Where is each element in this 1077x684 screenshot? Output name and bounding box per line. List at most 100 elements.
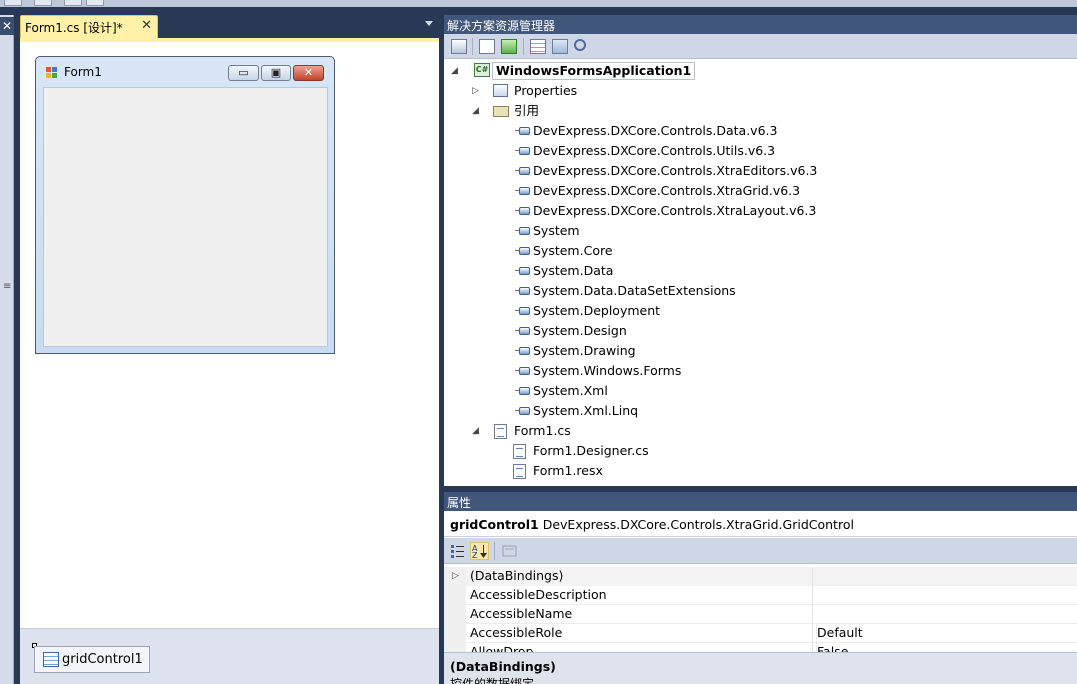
- property-pages-icon[interactable]: [500, 542, 519, 560]
- component-tray[interactable]: gridControl1: [20, 628, 439, 684]
- tree-item-reference[interactable]: DevExpress.DXCore.Controls.XtraGrid.v6.3: [533, 181, 800, 201]
- resx-file-icon: [513, 464, 526, 479]
- tree-item-reference[interactable]: DevExpress.DXCore.Controls.XtraLayout.v6…: [533, 201, 816, 221]
- toolbar-separator: [472, 38, 473, 55]
- panel-title: 属性: [444, 492, 1077, 511]
- tree-item-form1-cs[interactable]: Form1.cs: [514, 421, 571, 441]
- row-gutter: [444, 586, 466, 605]
- close-icon[interactable]: ✕: [0, 17, 14, 35]
- description-pane: (DataBindings) 控件的数据绑定。: [444, 652, 1077, 684]
- form-icon: [46, 67, 58, 78]
- property-name: AccessibleName: [470, 606, 573, 621]
- property-name: (DataBindings): [470, 568, 564, 583]
- csharp-project-icon: C#: [474, 63, 490, 77]
- reference-icon: [515, 127, 530, 135]
- chevron-down-icon[interactable]: [425, 21, 433, 26]
- toolbar-button[interactable]: [34, 0, 52, 6]
- property-row[interactable]: ▷ (DataBindings): [444, 567, 1077, 586]
- tree-item-form1-designer[interactable]: Form1.Designer.cs: [533, 441, 649, 461]
- tree-item-references[interactable]: 引用: [514, 101, 539, 121]
- reference-icon: [515, 167, 530, 175]
- reference-icon: [515, 207, 530, 215]
- minimize-button[interactable]: ▭: [228, 65, 259, 81]
- reference-icon: [515, 347, 530, 355]
- splitter-grip-icon[interactable]: ≡: [3, 281, 11, 292]
- tree-item-reference[interactable]: System: [533, 221, 580, 241]
- tab-label: Form1.cs [设计]*: [25, 21, 123, 35]
- reference-icon: [515, 287, 530, 295]
- properties-icon[interactable]: [451, 39, 467, 54]
- close-icon: ✕: [303, 66, 314, 79]
- svg-text:Z: Z: [472, 551, 478, 559]
- reference-icon: [515, 307, 530, 315]
- tree-item-reference[interactable]: System.Windows.Forms: [533, 361, 681, 381]
- tree-item-project[interactable]: WindowsFormsApplication1: [492, 62, 696, 80]
- column-splitter[interactable]: [812, 567, 813, 586]
- grid-control-icon: [43, 652, 59, 667]
- object-type: DevExpress.DXCore.Controls.XtraGrid.Grid…: [542, 517, 854, 532]
- column-splitter[interactable]: [812, 624, 813, 643]
- property-row[interactable]: AccessibleName: [444, 605, 1077, 624]
- maximize-button[interactable]: ▣: [261, 65, 291, 81]
- toolbar-button[interactable]: [86, 0, 104, 6]
- panel-title: 解决方案资源管理器: [444, 15, 1077, 34]
- view-designer-icon[interactable]: [552, 39, 568, 54]
- close-icon[interactable]: ✕: [141, 18, 152, 33]
- left-toolbox-strip: ✕ ≡: [0, 15, 14, 684]
- properties-window: 属性 gridControl1 DevExpress.DXCore.Contro…: [444, 492, 1077, 684]
- top-toolbar-strip: [0, 0, 1077, 7]
- property-name: AccessibleDescription: [470, 587, 607, 602]
- tree-item-reference[interactable]: DevExpress.DXCore.Controls.XtraEditors.v…: [533, 161, 817, 181]
- column-splitter[interactable]: [812, 586, 813, 605]
- toolbar-button[interactable]: [4, 0, 22, 6]
- categorized-icon[interactable]: [448, 542, 467, 560]
- property-value[interactable]: Default: [816, 624, 863, 642]
- expand-arrow-icon[interactable]: ▷: [452, 567, 459, 585]
- design-surface[interactable]: Form1 ▭ ▣ ✕: [20, 42, 439, 628]
- tree-item-reference[interactable]: System.Data.DataSetExtensions: [533, 281, 736, 301]
- property-row[interactable]: AccessibleRole Default: [444, 624, 1077, 643]
- folder-open-icon: [493, 106, 509, 117]
- form-client-area[interactable]: [43, 87, 328, 347]
- tab-form1-design[interactable]: Form1.cs [设计]* ✕: [20, 15, 158, 38]
- view-code-icon[interactable]: [530, 39, 546, 54]
- tree-item-form1-resx[interactable]: Form1.resx: [533, 461, 603, 481]
- tree-item-reference[interactable]: DevExpress.DXCore.Controls.Utils.v6.3: [533, 141, 775, 161]
- reference-icon: [515, 187, 530, 195]
- tree-item-reference[interactable]: System.Xml.Linq: [533, 401, 638, 421]
- class-diagram-icon[interactable]: [574, 39, 586, 51]
- tree-item-reference[interactable]: DevExpress.DXCore.Controls.Data.v6.3: [533, 121, 777, 141]
- property-row[interactable]: AccessibleDescription: [444, 586, 1077, 605]
- column-splitter[interactable]: [812, 605, 813, 624]
- reference-icon: [515, 327, 530, 335]
- object-selector[interactable]: gridControl1 DevExpress.DXCore.Controls.…: [444, 511, 1077, 537]
- refresh-icon[interactable]: [501, 39, 517, 54]
- tree-item-reference[interactable]: System.Drawing: [533, 341, 636, 361]
- show-all-files-icon[interactable]: [479, 39, 495, 54]
- form-file-icon: [494, 424, 507, 439]
- tree-item-reference[interactable]: System.Deployment: [533, 301, 660, 321]
- object-name: gridControl1: [450, 517, 539, 532]
- alphabetical-icon[interactable]: AZ: [470, 542, 489, 560]
- tree-item-reference[interactable]: System.Design: [533, 321, 627, 341]
- solution-explorer: 解决方案资源管理器 ◢ C# WindowsFormsApplication1 …: [444, 15, 1077, 486]
- toolbar-separator: [523, 38, 524, 55]
- minimize-icon: ▭: [238, 66, 249, 79]
- tray-item-gridcontrol1[interactable]: gridControl1: [34, 646, 150, 673]
- tree-item-reference[interactable]: System.Xml: [533, 381, 608, 401]
- form-window[interactable]: Form1 ▭ ▣ ✕: [35, 56, 335, 354]
- reference-icon: [515, 387, 530, 395]
- form-designer: Form1.cs [设计]* ✕ Form1 ▭ ▣ ✕ gridControl…: [14, 15, 439, 684]
- reference-icon: [515, 247, 530, 255]
- tree-item-reference[interactable]: System.Data: [533, 261, 613, 281]
- properties-toolbar: AZ: [444, 538, 1077, 564]
- property-name: AccessibleRole: [470, 625, 563, 640]
- toolbar-button[interactable]: [64, 0, 82, 6]
- tree-item-properties[interactable]: Properties: [514, 81, 577, 101]
- reference-icon: [515, 367, 530, 375]
- tray-item-label: gridControl1: [62, 652, 143, 667]
- toolbar-separator: [494, 542, 495, 560]
- tree-item-reference[interactable]: System.Core: [533, 241, 613, 261]
- close-button[interactable]: ✕: [293, 65, 324, 81]
- row-gutter: [444, 624, 466, 643]
